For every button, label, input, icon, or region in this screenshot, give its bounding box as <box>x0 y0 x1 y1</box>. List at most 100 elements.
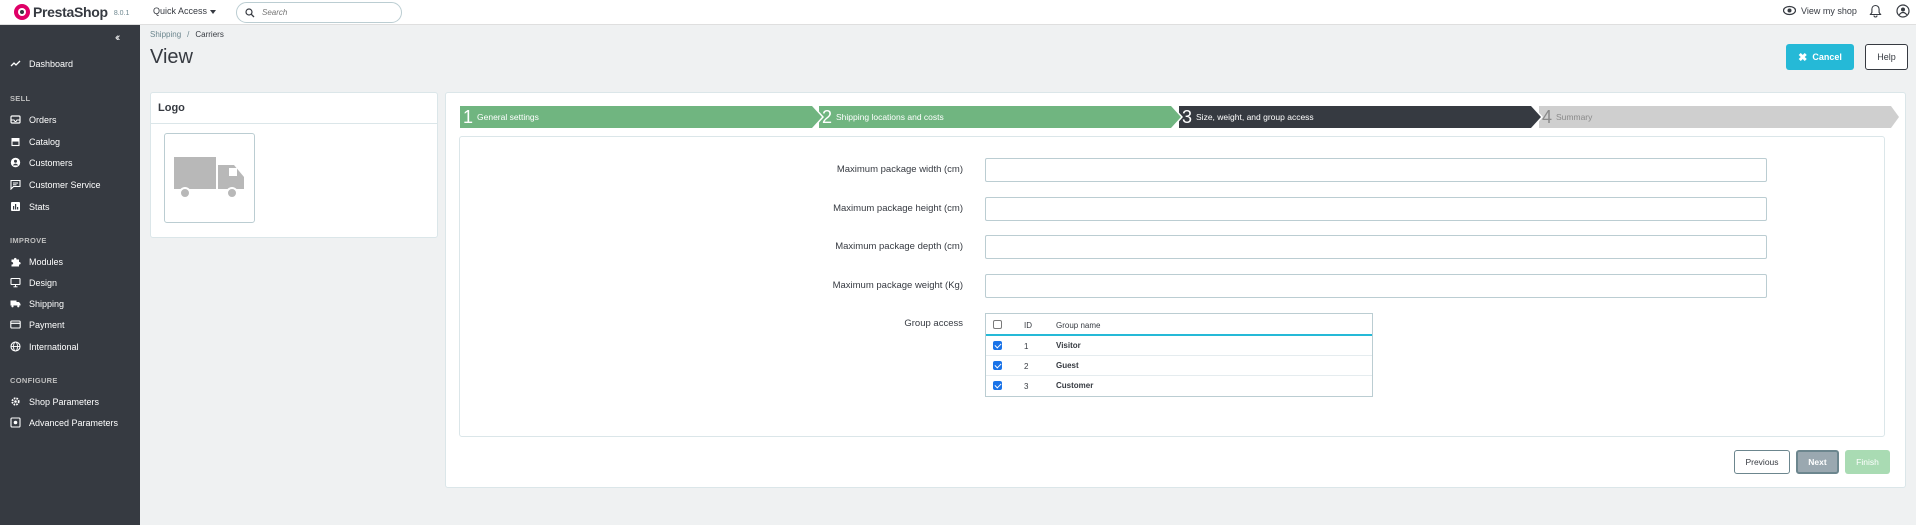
step-number: 3 <box>1182 106 1193 127</box>
max-weight-label: Maximum package weight (Kg) <box>832 280 963 291</box>
sidebar-item-label: Modules <box>29 256 64 267</box>
max-weight-input[interactable] <box>985 274 1767 298</box>
gear-icon <box>10 396 21 407</box>
sidebar-item-payment[interactable]: Payment <box>0 315 140 334</box>
step-arrow <box>812 106 822 128</box>
credit-card-icon <box>10 319 21 330</box>
group-id: 3 <box>1024 382 1029 391</box>
group-access-label: Group access <box>904 318 963 329</box>
group-checkbox-visitor[interactable] <box>993 341 1002 350</box>
group-access-table: ID Group name 1 Visitor 2 Guest 3 Custom… <box>985 313 1373 397</box>
finish-button[interactable]: Finish <box>1845 450 1890 474</box>
column-header-group-name: Group name <box>1056 321 1101 330</box>
sidebar-item-international[interactable]: International <box>0 337 140 356</box>
sidebar-item-shipping[interactable]: Shipping <box>0 294 140 313</box>
group-checkbox-guest[interactable] <box>993 361 1002 370</box>
sidebar-item-label: Catalog <box>29 136 61 147</box>
table-row: 2 Guest <box>986 356 1372 376</box>
max-width-label: Maximum package width (cm) <box>836 164 963 175</box>
eye-icon <box>1783 5 1796 16</box>
sidebar: ‹‹ Dashboard SELL Orders Catalog Custome… <box>0 25 140 525</box>
next-button[interactable]: Next <box>1796 450 1839 474</box>
sidebar-item-label: Dashboard <box>29 58 74 69</box>
store-icon <box>10 136 21 147</box>
group-name: Guest <box>1056 361 1079 370</box>
wizard-step-general-settings[interactable]: 1 General settings <box>460 106 824 128</box>
group-name: Customer <box>1056 381 1094 390</box>
sidebar-item-label: Orders <box>29 114 57 125</box>
sidebar-item-label: Payment <box>29 319 65 330</box>
max-width-input[interactable] <box>985 158 1767 182</box>
select-all-checkbox[interactable] <box>993 320 1002 329</box>
user-account-icon[interactable] <box>1896 4 1910 18</box>
puzzle-icon <box>10 256 21 267</box>
collapse-sidebar-icon[interactable]: ‹‹ <box>115 32 121 44</box>
column-header-id: ID <box>1024 321 1032 330</box>
desktop-icon <box>10 277 21 288</box>
search-input[interactable] <box>262 8 392 17</box>
view-my-shop-link[interactable]: View my shop <box>1783 5 1857 16</box>
sidebar-item-stats[interactable]: Stats <box>0 197 140 216</box>
table-row: 1 Visitor <box>986 336 1372 356</box>
sidebar-section-configure: CONFIGURE <box>10 376 58 385</box>
help-button[interactable]: Help <box>1865 44 1908 70</box>
max-depth-input[interactable] <box>985 235 1767 259</box>
sidebar-item-advanced-parameters[interactable]: Advanced Parameters <box>0 413 140 432</box>
step-label: Shipping locations and costs <box>836 112 944 122</box>
group-table-header: ID Group name <box>986 314 1372 336</box>
step-label: Summary <box>1556 112 1593 122</box>
group-checkbox-customer[interactable] <box>993 381 1002 390</box>
max-height-input[interactable] <box>985 197 1767 221</box>
wizard-steps: 1 General settings 2 Shipping locations … <box>460 106 1899 128</box>
cancel-button[interactable]: ✖ Cancel <box>1786 44 1854 70</box>
step-arrow <box>1891 106 1899 128</box>
sidebar-item-label: Design <box>29 277 58 288</box>
bell-icon[interactable] <box>1869 4 1882 18</box>
step-arrow <box>1171 106 1181 128</box>
sidebar-item-customer-service[interactable]: Customer Service <box>0 175 140 194</box>
view-my-shop-label: View my shop <box>1801 5 1857 16</box>
sidebar-item-label: Customer Service <box>29 179 101 190</box>
quick-access-label: Quick Access <box>153 6 208 16</box>
account-circle-icon <box>10 157 21 168</box>
quick-access-dropdown[interactable]: Quick Access <box>153 6 217 16</box>
chat-icon <box>10 179 21 190</box>
max-depth-label: Maximum package depth (cm) <box>835 241 963 252</box>
breadcrumb-link-shipping[interactable]: Shipping <box>150 30 181 39</box>
cancel-button-label: Cancel <box>1812 52 1842 62</box>
group-id: 2 <box>1024 362 1029 371</box>
breadcrumb: Shipping / Carriers <box>150 30 224 39</box>
search-icon <box>245 7 255 17</box>
previous-button[interactable]: Previous <box>1734 450 1790 474</box>
close-icon: ✖ <box>1798 51 1808 64</box>
logo-panel: Logo <box>150 92 438 238</box>
caret-down-icon <box>210 9 217 14</box>
prestashop-logo-icon <box>14 4 30 20</box>
sidebar-section-improve: IMPROVE <box>10 236 47 245</box>
logo-panel-title: Logo <box>151 93 437 124</box>
sidebar-item-label: Customers <box>29 157 73 168</box>
breadcrumb-separator: / <box>187 30 190 39</box>
bar-chart-icon <box>10 201 21 212</box>
sidebar-item-dashboard[interactable]: Dashboard <box>0 54 140 73</box>
sidebar-item-orders[interactable]: Orders <box>0 110 140 129</box>
step-arrow <box>1531 106 1541 128</box>
prestashop-logo[interactable]: PrestaShop 8.0.1 <box>14 4 129 20</box>
carrier-logo-thumbnail <box>164 133 255 223</box>
group-name: Visitor <box>1056 341 1081 350</box>
step-number: 4 <box>1542 106 1553 127</box>
sidebar-item-shop-parameters[interactable]: Shop Parameters <box>0 392 140 411</box>
sidebar-item-label: International <box>29 341 79 352</box>
sidebar-item-design[interactable]: Design <box>0 273 140 292</box>
header-search[interactable] <box>236 2 402 23</box>
group-id: 1 <box>1024 342 1029 351</box>
wizard-step-shipping-locations[interactable]: 2 Shipping locations and costs <box>819 106 1183 128</box>
sidebar-item-catalog[interactable]: Catalog <box>0 132 140 151</box>
sidebar-item-customers[interactable]: Customers <box>0 153 140 172</box>
wizard-step-summary[interactable]: 4 Summary <box>1539 106 1899 128</box>
sidebar-item-modules[interactable]: Modules <box>0 252 140 271</box>
settings-applications-icon <box>10 417 21 428</box>
wizard-step-size-weight-group[interactable]: 3 Size, weight, and group access <box>1179 106 1543 128</box>
max-height-label: Maximum package height (cm) <box>833 203 963 214</box>
inbox-icon <box>10 114 21 125</box>
